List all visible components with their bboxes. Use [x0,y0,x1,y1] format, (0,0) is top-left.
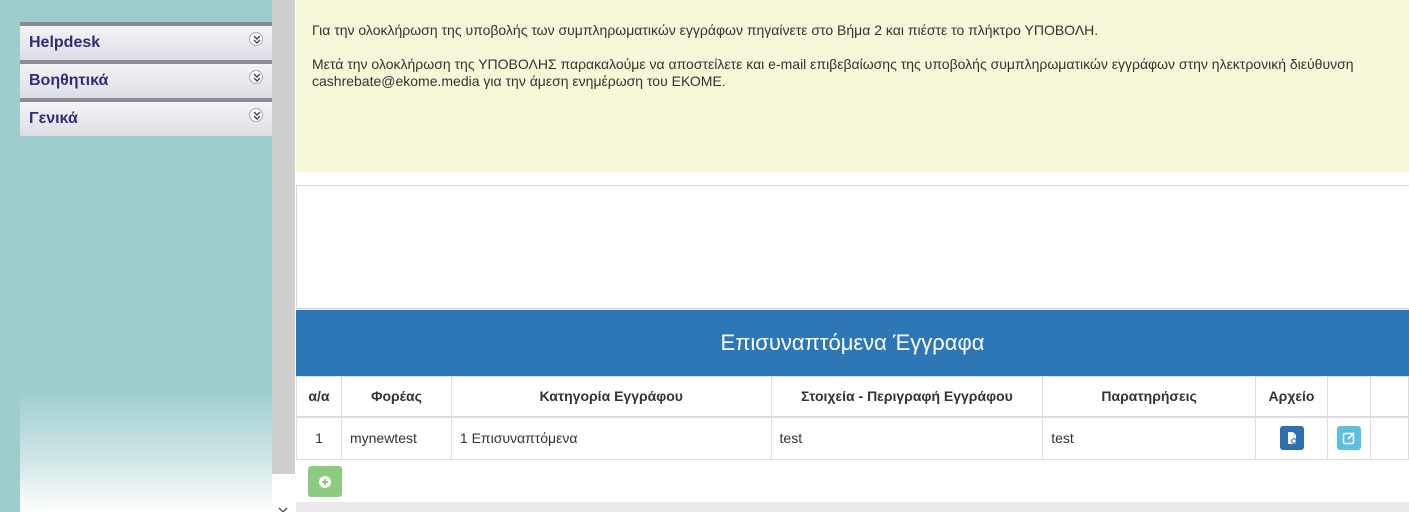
column-header-edit [1327,376,1371,418]
column-header-file: Αρχείο [1255,376,1328,418]
cell-extra [1369,416,1409,460]
cell-description: test [770,416,1044,460]
column-header-foreas: Φορέας [340,376,452,418]
sidebar-item-label: Helpdesk [29,34,101,51]
splitter-bar[interactable] [272,0,295,474]
attachments-title: Επισυναπτόμενα Έγγραφα [720,330,985,355]
attachments-table: α/α Φορέας Κατηγορία Εγγράφου Στοιχεία -… [296,376,1409,460]
column-header-remarks: Παρατηρήσεις [1042,376,1257,418]
bottom-scroll-strip[interactable] [296,502,1409,512]
table-row: 1 mynewtest 1 Επισυναπτόμενα test test [296,416,1409,460]
table-header-row: α/α Φορέας Κατηγορία Εγγράφου Στοιχεία -… [296,376,1409,418]
file-icon[interactable] [1279,426,1304,451]
sidebar-strip [0,0,20,512]
sidebar-item-genika[interactable]: Γενικά [20,98,272,136]
content-panel [296,185,1409,309]
attachments-header: Επισυναπτόμενα Έγγραφα [296,310,1409,376]
chevron-double-down-icon[interactable] [249,108,263,122]
cell-category: 1 Επισυναπτόμενα [450,416,772,460]
column-header-description: Στοιχεία - Περιγραφή Εγγράφου [770,376,1044,418]
collapse-arrow-icon[interactable] [278,502,288,512]
add-attachment-button[interactable] [308,466,342,497]
sidebar-item-voithitika[interactable]: Βοηθητικά [20,60,272,98]
cell-edit [1327,416,1371,460]
cell-aa: 1 [296,416,342,460]
sidebar-item-label: Βοηθητικά [29,72,109,89]
cell-foreas: mynewtest [340,416,452,460]
cell-remarks: test [1042,416,1257,460]
edit-icon[interactable] [1336,426,1361,451]
column-header-extra [1369,376,1409,418]
cell-file [1255,416,1328,460]
plus-icon [319,476,331,488]
chevron-double-down-icon[interactable] [249,32,263,46]
info-paragraph-email: Μετά την ολοκλήρωση της ΥΠΟΒΟΛΗΣ παρακαλ… [312,56,1354,89]
info-message: Για την ολοκλήρωση της υποβολής των συμπ… [296,0,1409,172]
info-paragraph-step2: Για την ολοκλήρωση της υποβολής των συμπ… [312,22,1099,38]
column-header-aa: α/α [296,376,342,418]
sidebar-item-label: Γενικά [29,110,78,127]
chevron-double-down-icon[interactable] [249,70,263,84]
column-header-category: Κατηγορία Εγγράφου [450,376,772,418]
sidebar-item-helpdesk[interactable]: Helpdesk [20,22,272,60]
